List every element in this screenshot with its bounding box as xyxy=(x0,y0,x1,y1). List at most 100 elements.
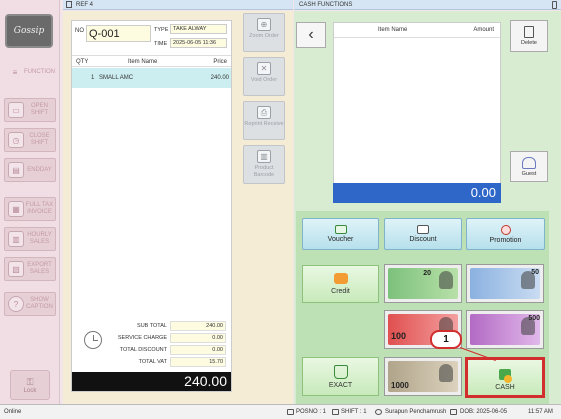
guest-button[interactable]: Guest xyxy=(510,151,548,182)
col-price: Price xyxy=(213,59,227,65)
banknote-value: 1000 xyxy=(391,381,409,390)
ref-panel-header: REF 4 xyxy=(63,0,293,10)
service-charge-label: SERVICE CHARGE xyxy=(117,335,167,341)
order-item-row[interactable]: 1 SMALL AMC 240.00 xyxy=(72,68,231,88)
guest-label: Guest xyxy=(521,170,537,177)
banknote-value: 50 xyxy=(531,269,539,276)
delete-label: Delete xyxy=(521,40,537,46)
subtotal-label: SUB TOTAL xyxy=(137,323,167,329)
order-no-label: NO xyxy=(75,28,84,34)
menu-icon: ≡ xyxy=(12,67,18,77)
guest-icon xyxy=(522,156,536,169)
back-button[interactable]: ‹ xyxy=(296,22,326,48)
sidebar-item-show-caption[interactable]: ? SHOW CAPTION xyxy=(4,292,56,316)
portrait-icon xyxy=(439,364,453,382)
product-barcode-label: Product Barcode xyxy=(253,165,275,178)
banknote-value: 100 xyxy=(391,331,407,341)
sidebar-item-label: FUNCTION xyxy=(24,68,55,75)
document-icon xyxy=(66,1,72,8)
brand-logo-text: Gossip xyxy=(13,26,45,36)
zoom-icon: ⊕ xyxy=(257,18,271,31)
product-barcode-button[interactable]: ▥ Product Barcode xyxy=(243,145,285,184)
item-qty: 1 xyxy=(91,75,95,81)
banknote-500-button[interactable]: 500 xyxy=(466,310,544,349)
banknote-value: 20 xyxy=(423,270,431,277)
sidebar-item-hourly-sales[interactable]: ▥ HOURLY SALES xyxy=(4,227,56,251)
date-icon xyxy=(450,409,457,415)
service-charge-row: SERVICE CHARGE 0.00 xyxy=(72,333,231,343)
reprint-receive-button[interactable]: ⎙ Reprint Receive xyxy=(243,101,285,140)
cash-drawer-icon: ▤ xyxy=(8,162,24,178)
brand-logo: Gossip xyxy=(5,14,53,48)
total-discount-value: 0.00 xyxy=(170,345,226,355)
order-no-field: Q-001 xyxy=(86,25,151,42)
total-vat-value: 15.70 xyxy=(170,357,226,367)
payment-list: Item Name Amount xyxy=(333,22,501,203)
item-name: SMALL AMC xyxy=(99,75,134,81)
voucher-icon xyxy=(334,225,347,234)
sidebar-item-function[interactable]: ≡ FUNCTION xyxy=(4,60,56,84)
user-name: Surapun Penchamrush xyxy=(385,409,447,415)
cash-panel-header: CASH FUNCTIONS xyxy=(294,0,561,10)
amount-display: 0.00 xyxy=(333,183,501,203)
type-field: TAKE ALWAY xyxy=(170,24,227,34)
col-qty: QTY xyxy=(76,59,89,65)
sidebar-item-full-tax-invoice[interactable]: ▦ FULL TAX INVOICE xyxy=(4,197,56,221)
discount-button[interactable]: Discount xyxy=(384,218,462,250)
item-price: 240.00 xyxy=(210,75,229,81)
promotion-label: Promotion xyxy=(489,236,522,244)
totals-block: SUB TOTAL 240.00 SERVICE CHARGE 0.00 TOT… xyxy=(72,318,231,370)
open-shift-icon: ▭ xyxy=(8,102,24,118)
delete-button[interactable]: Delete xyxy=(510,20,548,52)
cash-button[interactable]: CASH xyxy=(465,357,545,398)
discount-label: Discount xyxy=(409,236,437,243)
invoice-icon: ▦ xyxy=(8,201,24,217)
lock-label: Lock xyxy=(23,387,37,394)
report-icon: ▥ xyxy=(8,231,24,247)
banknote-value: 500 xyxy=(528,315,540,322)
credit-button[interactable]: Credit xyxy=(302,265,379,303)
voucher-label: Voucher xyxy=(327,236,354,243)
total-vat-label: TOTAL VAT xyxy=(138,359,167,365)
sidebar-item-endday[interactable]: ▤ ENDDAY xyxy=(4,158,56,182)
chevron-left-icon: ‹ xyxy=(308,26,314,43)
lock-button[interactable]: ⚿ Lock xyxy=(10,370,50,400)
online-status: Online xyxy=(4,409,22,415)
exact-button[interactable]: EXACT xyxy=(302,357,379,396)
clock-icon: ◷ xyxy=(8,132,24,148)
sidebar-item-close-shift[interactable]: ◷ CLOSE SHIFT xyxy=(4,128,56,152)
sidebar-item-label: CLOSE SHIFT xyxy=(29,133,50,146)
type-label: TYPE xyxy=(154,27,169,33)
barcode-icon: ▥ xyxy=(257,150,271,163)
monitor-icon xyxy=(287,409,294,415)
list-header-amount: Amount xyxy=(473,27,494,33)
banknote-1000-button[interactable]: 1000 xyxy=(384,357,462,396)
status-bar: Online POSNO : 1 SHIFT : 1 Surapun Pench… xyxy=(0,404,561,419)
ref-title: REF 4 xyxy=(76,1,94,8)
banknote-50-button[interactable]: 50 xyxy=(466,264,544,303)
phone-icon xyxy=(552,1,557,9)
void-order-label: Void Order xyxy=(250,77,278,83)
sidebar-item-open-shift[interactable]: ▭ OPEN SHIFT xyxy=(4,98,56,122)
time-field: 2025-06-05 11:36 xyxy=(170,38,227,48)
col-item-name: Item Name xyxy=(128,59,158,65)
sidebar-item-export-sales[interactable]: ▧ EXPORT SALES xyxy=(4,257,56,281)
banknote-20-button[interactable]: 20 xyxy=(384,264,462,303)
exact-label: EXACT xyxy=(328,381,353,389)
total-discount-label: TOTAL DISCOUNT xyxy=(119,347,167,353)
order-table-header: QTY Item Name Price xyxy=(72,55,231,67)
sidebar-item-label: FULL TAX INVOICE xyxy=(25,202,54,215)
cash-label: CASH xyxy=(495,384,515,391)
voucher-button[interactable]: Voucher xyxy=(302,218,379,250)
zoom-order-button[interactable]: ⊕ Zoom Order xyxy=(243,13,285,52)
credit-label: Credit xyxy=(331,288,350,295)
cash-coin-icon xyxy=(499,369,512,383)
dob-text: DOB: 2025-06-05 xyxy=(460,409,508,415)
list-header-item: Item Name xyxy=(378,27,408,33)
shift-text: SHIFT : 1 xyxy=(341,409,367,415)
void-order-button[interactable]: ✕ Void Order xyxy=(243,57,285,96)
sidebar: Gossip ≡ FUNCTION ▭ OPEN SHIFT ◷ CLOSE S… xyxy=(0,0,60,404)
time-label: TIME xyxy=(154,41,168,47)
portrait-icon xyxy=(439,271,453,289)
promotion-button[interactable]: Promotion xyxy=(466,218,545,250)
